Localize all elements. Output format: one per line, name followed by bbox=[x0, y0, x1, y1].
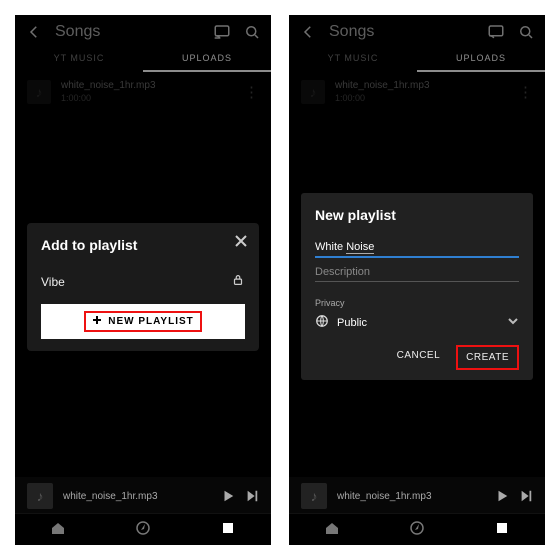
mini-player[interactable]: ♪ white_noise_1hr.mp3 bbox=[289, 477, 545, 515]
bottom-nav bbox=[15, 513, 271, 545]
play-icon[interactable] bbox=[221, 489, 235, 503]
new-playlist-dialog: New playlist White Noise Description Pri… bbox=[301, 193, 533, 380]
explore-icon[interactable] bbox=[409, 520, 425, 539]
description-field[interactable]: Description bbox=[315, 262, 519, 286]
mini-title: white_noise_1hr.mp3 bbox=[63, 491, 211, 502]
name-value-underlined: Noise bbox=[346, 241, 374, 254]
library-icon[interactable] bbox=[220, 520, 236, 539]
privacy-selector[interactable]: Public bbox=[315, 314, 519, 331]
add-to-playlist-sheet: Add to playlist Vibe NEW PLAYLIST bbox=[27, 223, 259, 351]
cancel-button[interactable]: CANCEL bbox=[389, 345, 449, 370]
description-placeholder: Description bbox=[315, 266, 370, 278]
create-button[interactable]: CREATE bbox=[456, 345, 519, 370]
new-playlist-label: NEW PLAYLIST bbox=[108, 316, 194, 327]
left-screenshot: Songs YT MUSIC UPLOADS ♪ white_noise_1hr… bbox=[15, 15, 271, 545]
library-icon[interactable] bbox=[494, 520, 510, 539]
close-icon[interactable] bbox=[233, 233, 249, 252]
plus-icon bbox=[92, 315, 102, 328]
next-icon[interactable] bbox=[519, 489, 533, 503]
mini-thumbnail: ♪ bbox=[27, 483, 53, 509]
chevron-down-icon bbox=[507, 315, 519, 330]
privacy-label: Privacy bbox=[315, 298, 519, 308]
mini-title: white_noise_1hr.mp3 bbox=[337, 491, 485, 502]
lock-icon bbox=[231, 273, 245, 290]
dialog-actions: CANCEL CREATE bbox=[315, 345, 519, 370]
privacy-value: Public bbox=[337, 317, 499, 329]
playlist-name: Vibe bbox=[41, 275, 65, 289]
new-playlist-button[interactable]: NEW PLAYLIST bbox=[41, 304, 245, 339]
home-icon[interactable] bbox=[324, 520, 340, 539]
next-icon[interactable] bbox=[245, 489, 259, 503]
dialog-title: New playlist bbox=[315, 207, 519, 223]
playlist-name-field[interactable]: White Noise bbox=[315, 237, 519, 262]
bottom-nav bbox=[289, 513, 545, 545]
existing-playlist-row[interactable]: Vibe bbox=[41, 267, 245, 302]
play-icon[interactable] bbox=[495, 489, 509, 503]
sheet-title: Add to playlist bbox=[41, 237, 245, 253]
name-value-prefix: White bbox=[315, 241, 346, 253]
globe-icon bbox=[315, 314, 329, 331]
mini-thumbnail: ♪ bbox=[301, 483, 327, 509]
home-icon[interactable] bbox=[50, 520, 66, 539]
explore-icon[interactable] bbox=[135, 520, 151, 539]
mini-player[interactable]: ♪ white_noise_1hr.mp3 bbox=[15, 477, 271, 515]
right-screenshot: Songs YT MUSIC UPLOADS ♪ white_noise_1hr… bbox=[289, 15, 545, 545]
